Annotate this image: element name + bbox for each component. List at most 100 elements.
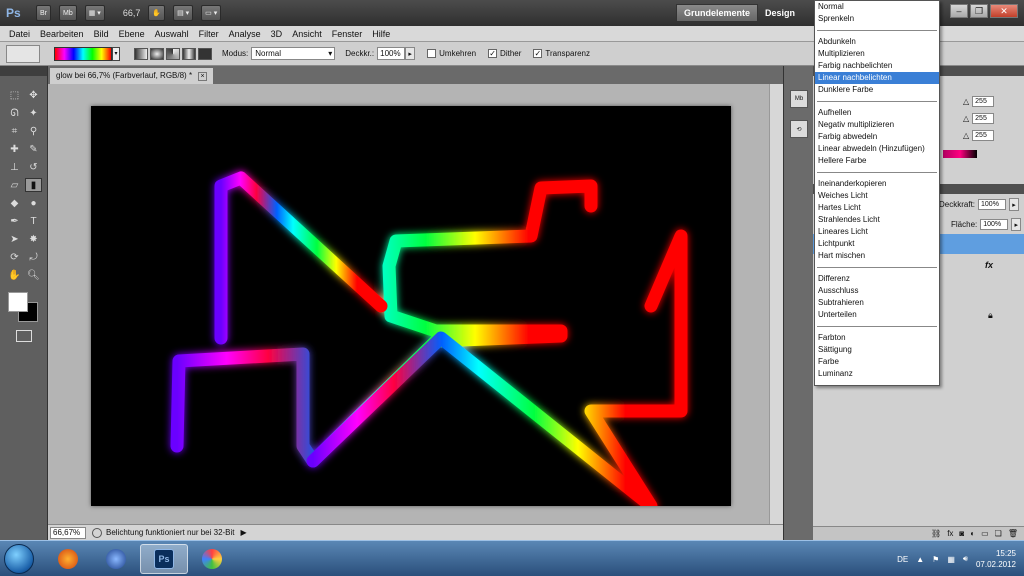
blend-mode-option[interactable]: Abdunkeln — [815, 36, 939, 48]
menu-ebene[interactable]: Ebene — [119, 29, 145, 39]
close-icon[interactable]: × — [198, 71, 208, 81]
layer-fx-badge[interactable]: fx — [985, 260, 993, 270]
gradient-swatch[interactable] — [54, 46, 112, 61]
blend-mode-option[interactable]: Subtrahieren — [815, 297, 939, 309]
history-brush-tool-icon[interactable]: ↺ — [25, 160, 42, 174]
clone-stamp-tool-icon[interactable]: ⊥ — [6, 160, 23, 174]
color-ramp[interactable] — [943, 150, 977, 158]
blend-mode-option[interactable]: Strahlendes Licht — [815, 214, 939, 226]
brush-tool-icon[interactable]: ✎ — [25, 142, 42, 156]
status-zoom-field[interactable]: 66,67% — [50, 526, 86, 539]
blend-mode-option[interactable]: Differenz — [815, 273, 939, 285]
color-value-b[interactable]: 255 — [972, 130, 995, 141]
add-mask-icon[interactable]: ◙ — [959, 529, 964, 538]
layers-fill-arrow[interactable]: ▸ — [1011, 218, 1022, 231]
blend-mode-select[interactable]: Normal — [251, 47, 336, 60]
toolbox-header[interactable] — [0, 66, 47, 76]
reflected-gradient-button[interactable] — [182, 47, 196, 60]
lasso-tool-icon[interactable]: ᘏ — [6, 106, 23, 120]
history-panel-icon[interactable]: ⟲ — [790, 120, 808, 138]
blur-tool-icon[interactable]: ◆ — [6, 196, 23, 210]
bridge-button[interactable]: Br — [36, 5, 51, 21]
blend-mode-option[interactable]: Lineares Licht — [815, 226, 939, 238]
menu-datei[interactable]: Datei — [9, 29, 30, 39]
blend-mode-option[interactable]: Linear nachbelichten — [815, 72, 939, 84]
blend-mode-option[interactable]: Hart mischen — [815, 250, 939, 262]
vertical-scrollbar[interactable] — [769, 84, 783, 524]
menu-fenster[interactable]: Fenster — [332, 29, 363, 39]
menu-ansicht[interactable]: Ansicht — [292, 29, 322, 39]
tool-preset-picker[interactable] — [6, 44, 40, 63]
umkehren-checkbox[interactable] — [427, 49, 437, 58]
start-button[interactable] — [4, 544, 34, 574]
blend-mode-option[interactable]: Multiplizieren — [815, 48, 939, 60]
gradient-picker-arrow[interactable]: ▾ — [112, 46, 120, 61]
blend-mode-option[interactable]: Ausschluss — [815, 285, 939, 297]
minibridge-button[interactable]: Mb — [59, 5, 77, 21]
adjustment-layer-icon[interactable]: ◐ — [970, 529, 975, 538]
type-tool-icon[interactable]: T — [25, 214, 42, 228]
transparenz-checkbox[interactable]: ✓ — [533, 49, 543, 58]
hand-tool-button[interactable]: ✋ — [148, 5, 166, 21]
dodge-tool-icon[interactable]: ● — [25, 196, 42, 210]
gradient-tool-icon[interactable]: ▮ — [25, 178, 42, 192]
slider-thumb-icon[interactable]: △ — [963, 131, 969, 140]
show-hidden-icons-icon[interactable]: ▲ — [916, 555, 924, 564]
blend-mode-option[interactable]: Lichtpunkt — [815, 238, 939, 250]
opacity-input[interactable]: 100% — [377, 47, 406, 60]
eraser-tool-icon[interactable]: ▱ — [6, 178, 23, 192]
angle-gradient-button[interactable] — [166, 47, 180, 60]
minimize-icon[interactable]: – — [950, 4, 968, 18]
volume-icon[interactable]: 🔊︎ — [963, 554, 968, 564]
healing-brush-tool-icon[interactable]: ✚ — [6, 142, 23, 156]
blend-mode-option[interactable]: Hartes Licht — [815, 202, 939, 214]
blend-mode-option[interactable]: Ineinanderkopieren — [815, 178, 939, 190]
menu-hilfe[interactable]: Hilfe — [372, 29, 390, 39]
slider-thumb-icon[interactable]: △ — [963, 97, 969, 106]
blend-mode-option[interactable]: Aufhellen — [815, 107, 939, 119]
crop-tool-icon[interactable]: ⌗ — [6, 124, 23, 138]
minibridge-panel-button[interactable]: Mb — [790, 90, 808, 108]
magic-wand-tool-icon[interactable]: ✦ — [25, 106, 42, 120]
blend-mode-option[interactable]: Dunklere Farbe — [815, 84, 939, 96]
opacity-slider-arrow[interactable]: ▸ — [405, 47, 416, 60]
blend-mode-option[interactable]: Sättigung — [815, 344, 939, 356]
blend-mode-option[interactable]: Normal — [815, 1, 939, 13]
layers-opacity-arrow[interactable]: ▸ — [1009, 198, 1020, 211]
blend-mode-option[interactable]: Negativ multiplizieren — [815, 119, 939, 131]
workspace-design[interactable]: Design — [758, 4, 802, 22]
diamond-gradient-button[interactable] — [198, 47, 212, 60]
move-tool-icon[interactable]: ✥ — [25, 88, 42, 102]
network-icon[interactable]: ▦ — [947, 555, 955, 564]
action-center-flag-icon[interactable]: ⚑ — [932, 555, 939, 564]
marquee-tool-icon[interactable]: ⬚ — [6, 88, 23, 102]
3d-rotate-tool-icon[interactable]: ⟳ — [6, 250, 23, 264]
new-group-icon[interactable]: ▭ — [981, 529, 989, 538]
shape-tool-icon[interactable]: ✸ — [25, 232, 42, 246]
quick-mask-icon[interactable] — [16, 330, 32, 342]
3d-orbit-tool-icon[interactable]: ⤾ — [25, 250, 42, 264]
view-extras-button[interactable]: ▦ ▾ — [84, 5, 105, 21]
linear-gradient-button[interactable] — [134, 47, 148, 60]
close-icon[interactable]: ✕ — [990, 4, 1018, 18]
radial-gradient-button[interactable] — [150, 47, 164, 60]
blend-mode-option[interactable]: Farbe — [815, 356, 939, 368]
blend-mode-option[interactable]: Luminanz — [815, 368, 939, 380]
blend-mode-option[interactable]: Farbig abwedeln — [815, 131, 939, 143]
document-tab[interactable]: glow bei 66,7% (Farbverlauf, RGB/8) * × — [50, 68, 214, 84]
link-layers-icon[interactable]: ⛓ — [931, 529, 941, 538]
new-layer-icon[interactable]: ❏ — [995, 529, 1002, 538]
blend-mode-option[interactable]: Linear abwedeln (Hinzufügen) — [815, 143, 939, 155]
layers-fill-input[interactable]: 100% — [980, 219, 1009, 230]
menu-filter[interactable]: Filter — [199, 29, 219, 39]
taskbar-paint[interactable] — [188, 544, 236, 574]
path-selection-tool-icon[interactable]: ➤ — [6, 232, 23, 246]
blend-mode-option[interactable]: Farbig nachbelichten — [815, 60, 939, 72]
menu-3d[interactable]: 3D — [271, 29, 283, 39]
fx-icon[interactable]: fx — [947, 529, 953, 538]
blend-mode-option[interactable]: Weiches Licht — [815, 190, 939, 202]
color-value-r[interactable]: 255 — [972, 96, 995, 107]
zoom-level[interactable]: 66,7 — [123, 8, 141, 18]
menu-bild[interactable]: Bild — [94, 29, 109, 39]
blend-mode-dropdown[interactable]: Normal Sprenkeln Abdunkeln Multiplizieren Fa… — [814, 0, 940, 386]
